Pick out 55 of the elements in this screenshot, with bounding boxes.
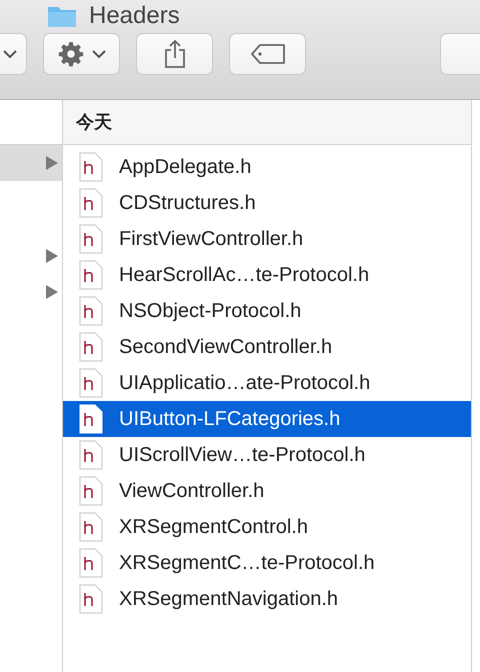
folder-icon [47, 4, 77, 28]
file-name: SecondViewController.h [119, 335, 332, 360]
file-name: HearScrollAc…te-Protocol.h [119, 263, 370, 288]
file-row[interactable]: HearScrollAc…te-Protocol.h [63, 257, 471, 293]
file-row[interactable]: FirstViewController.h [63, 221, 471, 257]
file-name: AppDelegate.h [119, 155, 252, 180]
window-title: Headers [89, 1, 180, 31]
file-row[interactable]: XRSegmentControl.h [63, 509, 471, 545]
chevron-down-icon [3, 50, 17, 58]
header-file-icon [79, 296, 103, 326]
header-file-icon [79, 476, 103, 506]
file-row[interactable]: ViewController.h [63, 473, 471, 509]
disclosure-triangle-icon[interactable] [46, 249, 58, 263]
header-file-icon [79, 512, 103, 542]
header-file-icon [79, 548, 103, 578]
file-name: XRSegmentControl.h [119, 515, 308, 540]
header-file-icon [79, 332, 103, 362]
header-file-icon [79, 584, 103, 614]
column-row[interactable] [0, 145, 62, 181]
header-file-icon [79, 368, 103, 398]
file-name: XRSegmentNavigation.h [119, 587, 338, 612]
share-icon [162, 39, 186, 69]
file-row[interactable]: XRSegmentC…te-Protocol.h [63, 545, 471, 581]
gear-icon [58, 41, 84, 67]
header-file-icon [79, 260, 103, 290]
share-button[interactable] [136, 33, 213, 75]
disclosure-triangle-icon[interactable] [46, 285, 58, 299]
header-file-icon [79, 404, 103, 434]
file-row[interactable]: UIApplicatio…ate-Protocol.h [63, 365, 471, 401]
file-row[interactable]: AppDelegate.h [63, 149, 471, 185]
header-file-icon [79, 188, 103, 218]
file-name: UIScrollView…te-Protocol.h [119, 443, 366, 468]
tag-icon [250, 43, 286, 65]
file-name: ViewController.h [119, 479, 264, 504]
file-row[interactable]: CDStructures.h [63, 185, 471, 221]
file-name: FirstViewController.h [119, 227, 304, 252]
file-name: NSObject-Protocol.h [119, 299, 302, 324]
header-file-icon [79, 152, 103, 182]
file-name: UIApplicatio…ate-Protocol.h [119, 371, 370, 396]
header-file-icon [79, 224, 103, 254]
file-row[interactable]: NSObject-Protocol.h [63, 293, 471, 329]
file-name: UIButton-LFCategories.h [119, 407, 340, 432]
dropdown-button[interactable] [0, 33, 27, 75]
file-name: CDStructures.h [119, 191, 256, 216]
action-menu-button[interactable] [43, 33, 120, 75]
header-file-icon [79, 440, 103, 470]
chevron-down-icon [92, 50, 106, 58]
tag-button[interactable] [229, 33, 306, 75]
date-group-label: 今天 [76, 110, 112, 134]
file-row[interactable]: SecondViewController.h [63, 329, 471, 365]
disclosure-triangle-icon[interactable] [46, 156, 58, 170]
file-name: XRSegmentC…te-Protocol.h [119, 551, 375, 576]
file-row[interactable]: XRSegmentNavigation.h [63, 581, 471, 617]
file-row[interactable]: UIButton-LFCategories.h [63, 401, 471, 437]
file-row[interactable]: UIScrollView…te-Protocol.h [63, 437, 471, 473]
